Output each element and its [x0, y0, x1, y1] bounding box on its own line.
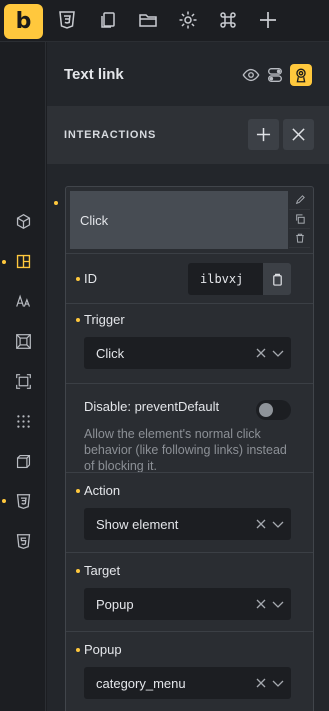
id-row: ID ilbvxj	[66, 253, 313, 303]
action-value: Show element	[96, 516, 179, 532]
popup-row: Popup category_menu	[66, 631, 313, 711]
prevent-default-help: Allow the element's normal click behavio…	[84, 427, 287, 473]
css3-icon[interactable]	[13, 491, 33, 511]
clear-icon[interactable]	[255, 676, 267, 690]
grid-dots-icon[interactable]	[13, 411, 33, 431]
id-dot	[76, 277, 80, 281]
settings-icon[interactable]	[177, 9, 199, 31]
clear-icon[interactable]	[255, 346, 267, 360]
popup-value: category_menu	[96, 675, 186, 691]
command-icon[interactable]	[217, 9, 239, 31]
prevent-default-row: Disable: preventDefault Allow the elemen…	[66, 383, 313, 473]
panel-title: Text link	[64, 66, 124, 83]
close-interactions-button[interactable]	[283, 119, 314, 150]
3d-box-icon[interactable]	[13, 451, 33, 471]
trigger-label: Trigger	[84, 312, 125, 327]
chevron-down-icon[interactable]	[272, 517, 284, 531]
chevron-down-icon[interactable]	[272, 676, 284, 690]
interaction-card-header[interactable]: Click	[70, 191, 288, 249]
active-indicator-dot	[2, 260, 6, 264]
target-dot	[76, 569, 80, 573]
left-sidebar	[0, 42, 46, 711]
action-label: Action	[84, 483, 121, 498]
copy-id-button[interactable]	[263, 263, 291, 295]
css3-icon[interactable]	[56, 9, 78, 31]
clear-icon[interactable]	[255, 597, 267, 611]
eye-icon[interactable]	[240, 64, 262, 86]
trigger-dot	[76, 318, 80, 322]
add-interaction-button[interactable]	[248, 119, 279, 150]
action-dot	[76, 489, 80, 493]
top-toolbar: b	[0, 0, 329, 42]
cube-icon[interactable]	[13, 211, 33, 231]
interactions-icon[interactable]	[290, 64, 312, 86]
bricks-logo[interactable]: b	[4, 4, 43, 39]
prevent-default-toggle[interactable]	[256, 400, 291, 420]
clear-icon[interactable]	[255, 517, 267, 531]
chevron-down-icon[interactable]	[272, 346, 284, 360]
typography-icon[interactable]	[13, 291, 33, 311]
interaction-tools	[289, 191, 310, 249]
id-label: ID	[84, 271, 97, 286]
target-label: Target	[84, 563, 121, 578]
panel-header: Text link	[47, 42, 329, 106]
interaction-item: Click ID ilbvxj Trigger Click Disable: p…	[65, 186, 314, 711]
toggle-knob	[259, 403, 273, 417]
popup-label: Popup	[84, 642, 122, 657]
trigger-select[interactable]: Click	[84, 337, 291, 369]
chevron-down-icon[interactable]	[272, 597, 284, 611]
prevent-default-label: Disable: preventDefault	[84, 399, 220, 414]
folder-icon[interactable]	[137, 9, 159, 31]
add-icon[interactable]	[257, 9, 279, 31]
action-row: Action Show element	[66, 472, 313, 552]
target-select[interactable]: Popup	[84, 588, 291, 620]
modified-indicator-dot	[2, 499, 6, 503]
interactions-section-header: INTERACTIONS	[47, 106, 329, 164]
action-select[interactable]: Show element	[84, 508, 291, 540]
popup-dot	[76, 648, 80, 652]
trigger-value: Click	[96, 345, 125, 361]
edit-icon[interactable]	[289, 191, 310, 210]
id-field[interactable]: ilbvxj	[188, 263, 263, 295]
duplicate-icon[interactable]	[289, 210, 310, 229]
trigger-row: Trigger Click	[66, 303, 313, 383]
sizing-icon[interactable]	[13, 371, 33, 391]
popup-select[interactable]: category_menu	[84, 667, 291, 699]
pages-icon[interactable]	[97, 9, 119, 31]
toggle-settings-icon[interactable]	[264, 64, 286, 86]
html5-icon[interactable]	[13, 531, 33, 551]
element-panel: Text link INTERACTIONS Click ID ilbvxj T…	[47, 42, 329, 711]
layout-icon[interactable]	[13, 251, 33, 271]
target-row: Target Popup	[66, 552, 313, 631]
interaction-indicator-dot	[54, 201, 58, 205]
target-value: Popup	[96, 596, 134, 612]
section-title: INTERACTIONS	[64, 129, 157, 141]
spacing-icon[interactable]	[13, 331, 33, 351]
trash-icon[interactable]	[289, 229, 310, 248]
